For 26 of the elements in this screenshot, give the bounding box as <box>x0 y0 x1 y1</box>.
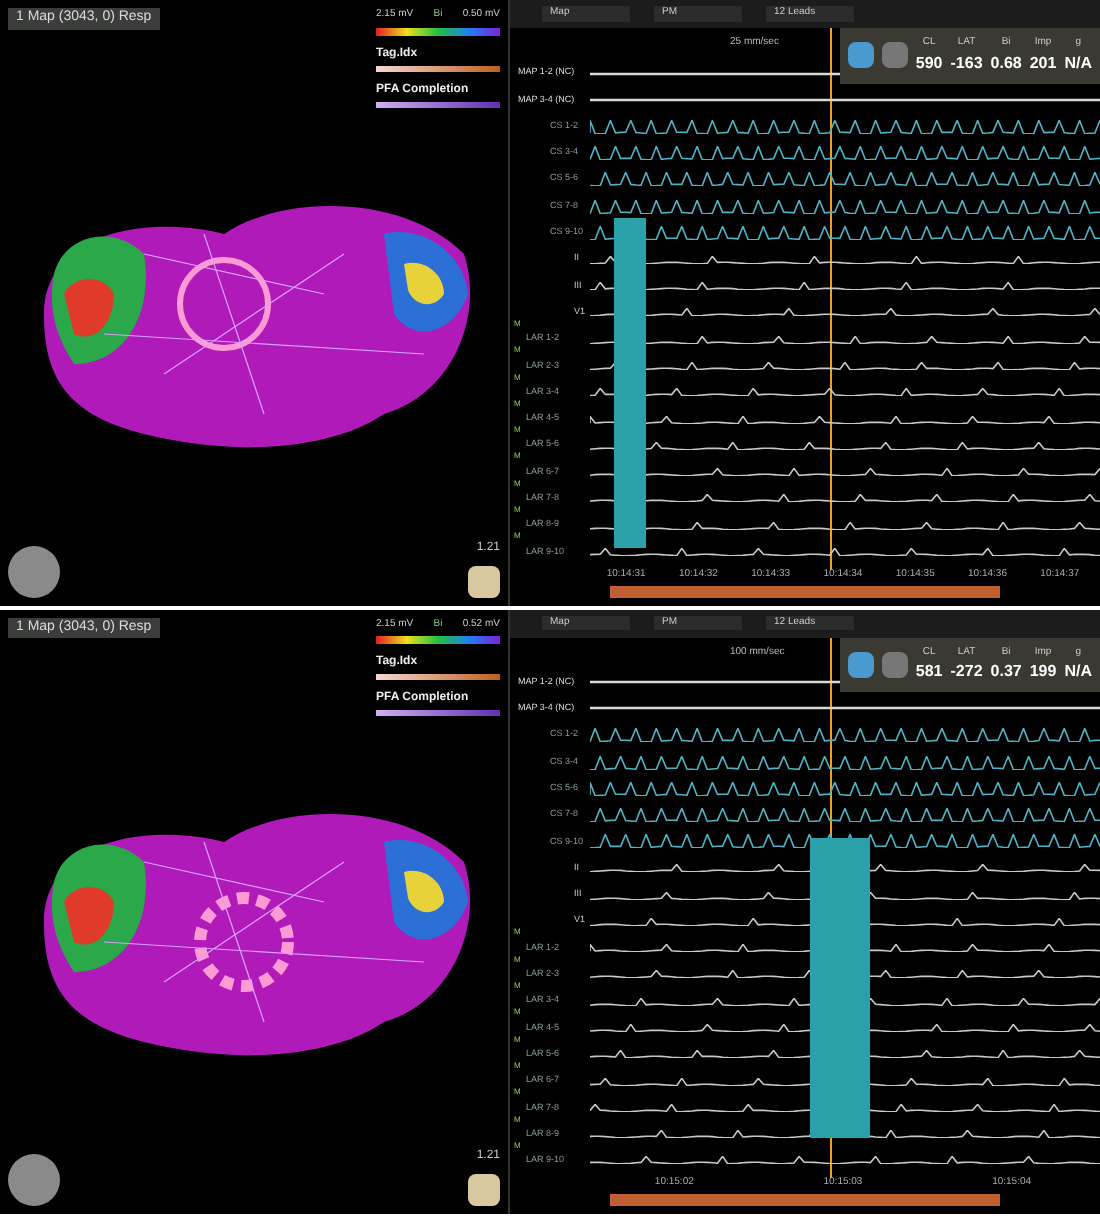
measurement-value: 581 <box>915 660 943 684</box>
measurement-value: 0.68 <box>990 51 1022 75</box>
legend-bar <box>376 674 500 680</box>
orientation-icon[interactable] <box>8 545 60 597</box>
legend-bar <box>376 65 500 71</box>
measurement-value: 590 <box>915 51 943 75</box>
measurement-value: 201 <box>1029 51 1057 75</box>
measurement-value: -163 <box>950 51 983 75</box>
color-scale-bar <box>376 27 500 35</box>
orientation-icon[interactable] <box>8 1154 60 1206</box>
camera-icon[interactable] <box>847 42 874 69</box>
snapshot-icon[interactable] <box>881 42 908 69</box>
timeline-scrollbar[interactable] <box>610 585 1000 597</box>
heart-orientation-icon[interactable] <box>468 565 500 597</box>
legend-bar <box>376 710 500 716</box>
color-scale-bar <box>376 636 500 644</box>
measurement-value: N/A <box>1064 660 1092 684</box>
measurement-value: -272 <box>950 660 983 684</box>
measurement-value: 199 <box>1029 660 1057 684</box>
heart-orientation-icon[interactable] <box>468 1174 500 1206</box>
timeline-scrollbar[interactable] <box>610 1194 1000 1206</box>
measurement-value: 0.37 <box>990 660 1022 684</box>
legend-bar <box>376 101 500 107</box>
camera-icon[interactable] <box>847 651 874 678</box>
measurement-value: N/A <box>1064 51 1092 75</box>
snapshot-icon[interactable] <box>881 651 908 678</box>
